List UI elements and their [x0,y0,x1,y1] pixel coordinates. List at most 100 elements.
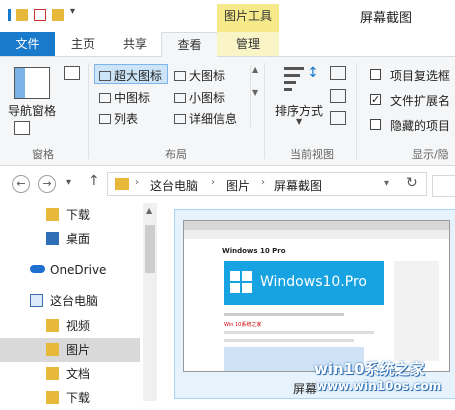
layout-item-label: 大图标 [189,69,226,83]
tab-manage[interactable]: 管理 [217,32,279,56]
window-title: 屏幕截图 [360,11,413,26]
hidden-items-checkbox[interactable] [370,119,381,130]
group-by-icon[interactable] [330,66,346,80]
group-divider [264,63,265,159]
nav-pane-scrollbar[interactable]: ▲ [143,203,157,401]
navigation-pane-icon[interactable] [14,67,50,99]
file-extensions-checkbox[interactable]: ✓ [370,94,381,105]
pictures-folder-icon [46,343,59,356]
downloads-folder-icon [46,391,59,404]
recent-locations-icon[interactable]: ▾ [66,177,71,188]
breadcrumb-separator-icon[interactable]: › [135,177,139,188]
nav-item-label: 下载 [66,391,91,405]
quick-access-dropdown-icon[interactable]: ▾ [70,6,75,17]
group-divider [88,63,89,159]
folder-icon [115,178,129,190]
extra-large-icons-icon [99,71,111,81]
large-icons-icon [174,71,186,81]
up-button[interactable]: ↑ [88,173,100,189]
layout-item-label: 小图标 [189,91,226,105]
address-bar[interactable]: › 这台电脑 › 图片 › 屏幕截图 ▾ ↻ [107,172,427,196]
search-box[interactable] [432,175,455,197]
preview-pane-icon[interactable] [64,66,80,80]
tab-view[interactable]: 查看 [161,32,218,58]
layout-large-icons[interactable]: 大图标 [174,67,225,84]
new-folder-icon[interactable] [52,9,64,21]
nav-item-pictures[interactable]: 图片 [0,338,140,362]
tab-file[interactable]: 文件 [0,32,55,56]
watermark-line1: win10系统之家 [314,360,425,378]
nav-item-label: OneDrive [50,263,107,277]
address-dropdown-icon[interactable]: ▾ [384,178,389,189]
layout-list[interactable]: 列表 [99,110,138,127]
title-bar: ▾ 图片工具 屏幕截图 [0,0,455,32]
nav-item-documents[interactable]: 文档 [0,362,140,386]
add-columns-icon[interactable] [330,89,346,103]
item-checkboxes-label: 项目复选框 [390,69,451,83]
breadcrumb-this-pc[interactable]: 这台电脑 [150,177,198,194]
breadcrumb-screenshots[interactable]: 屏幕截图 [274,177,322,194]
preview-banner: Windows10.Pro [224,261,384,305]
refresh-icon[interactable]: ↻ [406,175,418,191]
sort-arrow-icon: ↕ [307,65,319,81]
hidden-items-label: 隐藏的项目 [390,119,451,133]
tab-home[interactable]: 主页 [58,32,108,56]
nav-item-label: 文档 [66,367,91,381]
breadcrumb-separator-icon[interactable]: › [211,177,215,188]
desktop-icon [46,232,59,245]
properties-icon[interactable] [34,9,46,21]
picture-tools-context-label: 图片工具 [217,4,279,32]
layout-item-label: 列表 [114,112,139,126]
medium-icons-icon [99,93,111,103]
group-divider [356,63,357,159]
item-checkboxes-checkbox[interactable] [370,69,381,80]
group-label-current-view: 当前视图 [290,148,334,161]
nav-item-this-pc[interactable]: 这台电脑 [0,289,140,313]
thumbnail-image: Windows 10 Pro Windows10.Pro Win 10系统之家 [183,220,450,372]
nav-item-onedrive[interactable]: OneDrive [0,258,140,282]
tab-share[interactable]: 共享 [110,32,160,56]
nav-item-downloads[interactable]: 下载 [0,203,140,227]
breadcrumb-pictures[interactable]: 图片 [226,177,250,194]
file-extensions-label: 文件扩展名 [390,94,451,108]
layout-details[interactable]: 详细信息 [174,110,237,127]
watermark: win10系统之家 www.win10os.com [314,358,441,393]
list-icon [99,114,111,124]
navigation-pane: 下载 桌面 OneDrive 这台电脑 视频 图片 文档 下载 ▲ [0,203,160,405]
details-pane-icon[interactable] [14,121,30,135]
layout-small-icons[interactable]: 小图标 [174,89,225,106]
videos-folder-icon [46,319,59,332]
preview-banner-text: Windows10.Pro [260,274,367,290]
nav-item-desktop[interactable]: 桌面 [0,227,140,251]
size-columns-icon[interactable] [330,111,346,125]
group-label-show-hide: 显示/隐 [412,148,449,161]
nav-item-label: 视频 [66,319,91,333]
watermark-line2: www.win10os.com [316,379,442,393]
small-icons-icon [174,93,186,103]
layout-medium-icons[interactable]: 中图标 [99,89,150,106]
nav-item-label: 桌面 [66,232,91,246]
scroll-up-icon[interactable]: ▲ [146,206,152,215]
forward-button[interactable]: → [38,175,56,193]
layout-item-label: 中图标 [114,91,151,105]
computer-icon [30,294,43,307]
scrollbar-thumb[interactable] [145,225,155,273]
navigation-pane-button[interactable]: 导航窗格 [8,102,56,119]
breadcrumb-separator-icon[interactable]: › [261,177,265,188]
layout-gallery-scroll[interactable]: ▲ ▼ [250,65,261,127]
layout-extra-large-icons[interactable]: 超大图标 [99,67,162,84]
address-row: ← → ▾ ↑ › 这台电脑 › 图片 › 屏幕截图 ▾ ↻ [0,166,455,202]
layout-item-label: 详细信息 [189,112,238,126]
back-button[interactable]: ← [12,175,30,193]
nav-item-label: 这台电脑 [50,294,99,308]
documents-folder-icon [46,367,59,380]
group-label-layout: 布局 [165,148,187,161]
nav-item-videos[interactable]: 视频 [0,314,140,338]
sort-dropdown-icon[interactable]: ▼ [296,117,302,126]
layout-item-label: 超大图标 [114,69,163,83]
sort-by-icon[interactable] [284,67,304,95]
group-label-pane: 窗格 [32,148,54,161]
nav-item-downloads-2[interactable]: 下载 [0,386,140,410]
preview-heading: Windows 10 Pro [222,247,286,255]
folder-icon[interactable] [16,9,28,21]
